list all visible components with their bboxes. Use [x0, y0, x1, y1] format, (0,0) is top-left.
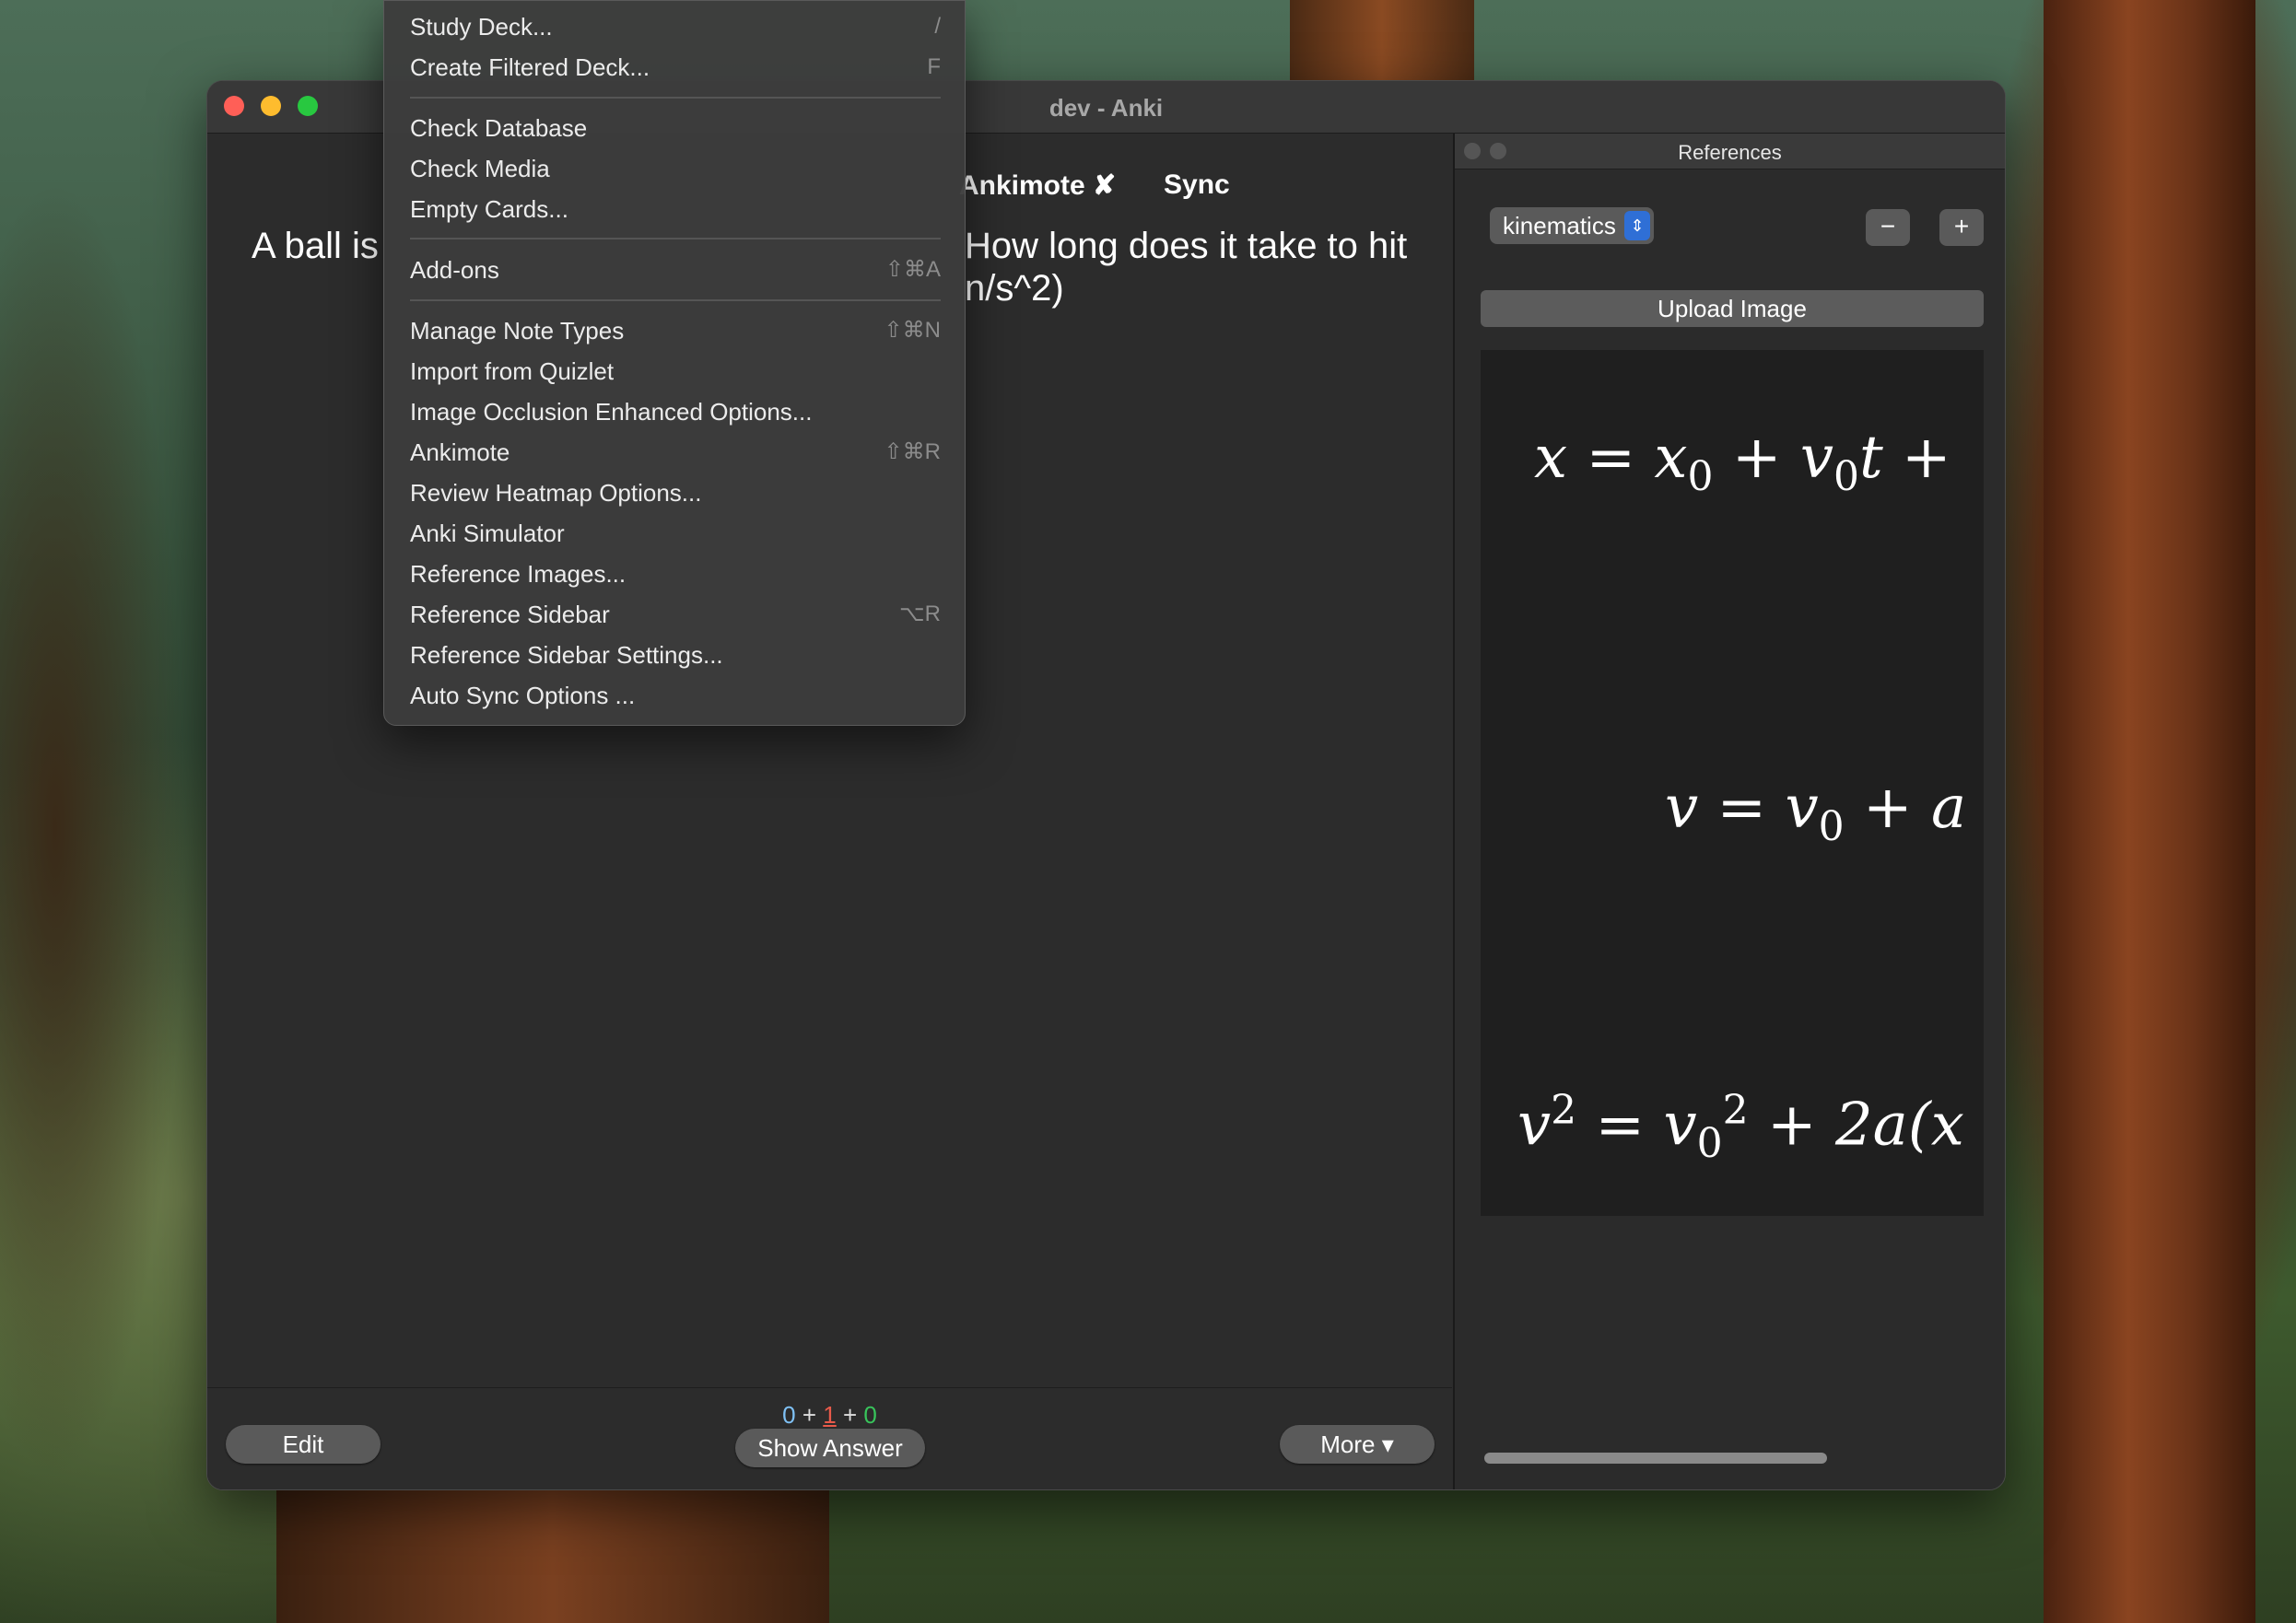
reference-set-select[interactable]: kinematics ⇕: [1490, 207, 1654, 244]
menu-item-auto-sync-options[interactable]: Auto Sync Options ...: [410, 675, 941, 716]
learn-count: 1: [823, 1401, 837, 1429]
menu-item-empty-cards[interactable]: Empty Cards...: [410, 189, 941, 229]
question-text-line2: n/s^2): [965, 268, 1064, 309]
menu-item-image-occlusion-options[interactable]: Image Occlusion Enhanced Options...: [410, 391, 941, 432]
tree-trunk-top: [1290, 0, 1474, 80]
menu-item-reference-images[interactable]: Reference Images...: [410, 554, 941, 594]
menu-item-add-ons[interactable]: Add-ons ⇧⌘A: [410, 250, 941, 290]
new-count: 0: [782, 1401, 796, 1429]
question-text-right: How long does it take to hit: [965, 226, 1408, 266]
menu-item-review-heatmap-options[interactable]: Review Heatmap Options...: [410, 473, 941, 513]
reference-sidebar: References kinematics ⇕ − + Upload Image…: [1453, 134, 2005, 1489]
menu-item-reference-sidebar[interactable]: Reference Sidebar ⌥R: [410, 594, 941, 635]
menu-item-ankimote[interactable]: Ankimote ⇧⌘R: [410, 432, 941, 473]
add-set-button[interactable]: +: [1939, 209, 1984, 246]
toolbar-sync[interactable]: Sync: [1164, 169, 1230, 201]
equation-position: x = x0 + v0t +: [1534, 424, 1951, 500]
menu-item-create-filtered-deck[interactable]: Create Filtered Deck... F: [410, 47, 941, 88]
equation-velocity-squared: v2 = v02 + 2a(x: [1517, 1087, 1964, 1168]
menu-item-study-deck[interactable]: Study Deck... /: [410, 6, 941, 47]
review-count: 0: [863, 1401, 877, 1429]
menu-item-check-database[interactable]: Check Database: [410, 108, 941, 148]
count-plus: +: [842, 1401, 858, 1429]
select-value: kinematics: [1503, 212, 1616, 239]
sidebar-header: References: [1455, 134, 2005, 169]
menu-separator: [410, 238, 941, 239]
edit-button[interactable]: Edit: [226, 1425, 381, 1464]
menu-separator: [410, 299, 941, 301]
tools-menu: Study Deck... / Create Filtered Deck... F …: [383, 0, 966, 726]
equation-velocity: v = v0 + a: [1665, 774, 1967, 850]
more-button[interactable]: More ▾: [1280, 1425, 1435, 1464]
bottom-bar: 0 + 1 + 0 Edit Show Answer More ▾: [207, 1387, 1452, 1489]
menu-item-reference-sidebar-settings[interactable]: Reference Sidebar Settings...: [410, 635, 941, 675]
horizontal-scrollbar[interactable]: [1484, 1453, 1827, 1464]
tree-trunk-right: [2044, 0, 2255, 1623]
chevron-updown-icon: ⇕: [1624, 211, 1650, 240]
upload-image-button[interactable]: Upload Image: [1481, 290, 1984, 327]
sidebar-title: References: [1678, 141, 1782, 164]
card-counts: 0 + 1 + 0: [207, 1401, 1452, 1430]
show-answer-button[interactable]: Show Answer: [735, 1429, 925, 1467]
reference-image: x = x0 + v0t + v = v0 + a v2 = v02 + 2a(…: [1481, 350, 1984, 1216]
menu-item-import-quizlet[interactable]: Import from Quizlet: [410, 351, 941, 391]
question-text-left: A ball is: [252, 226, 379, 266]
count-plus: +: [802, 1401, 817, 1429]
tree-trunk-bottom: [276, 1474, 829, 1623]
menu-item-manage-note-types[interactable]: Manage Note Types ⇧⌘N: [410, 310, 941, 351]
menu-item-anki-simulator[interactable]: Anki Simulator: [410, 513, 941, 554]
remove-set-button[interactable]: −: [1866, 209, 1910, 246]
menu-item-check-media[interactable]: Check Media: [410, 148, 941, 189]
menu-separator: [410, 97, 941, 99]
toolbar-ankimote[interactable]: Ankimote ✘: [959, 169, 1116, 202]
